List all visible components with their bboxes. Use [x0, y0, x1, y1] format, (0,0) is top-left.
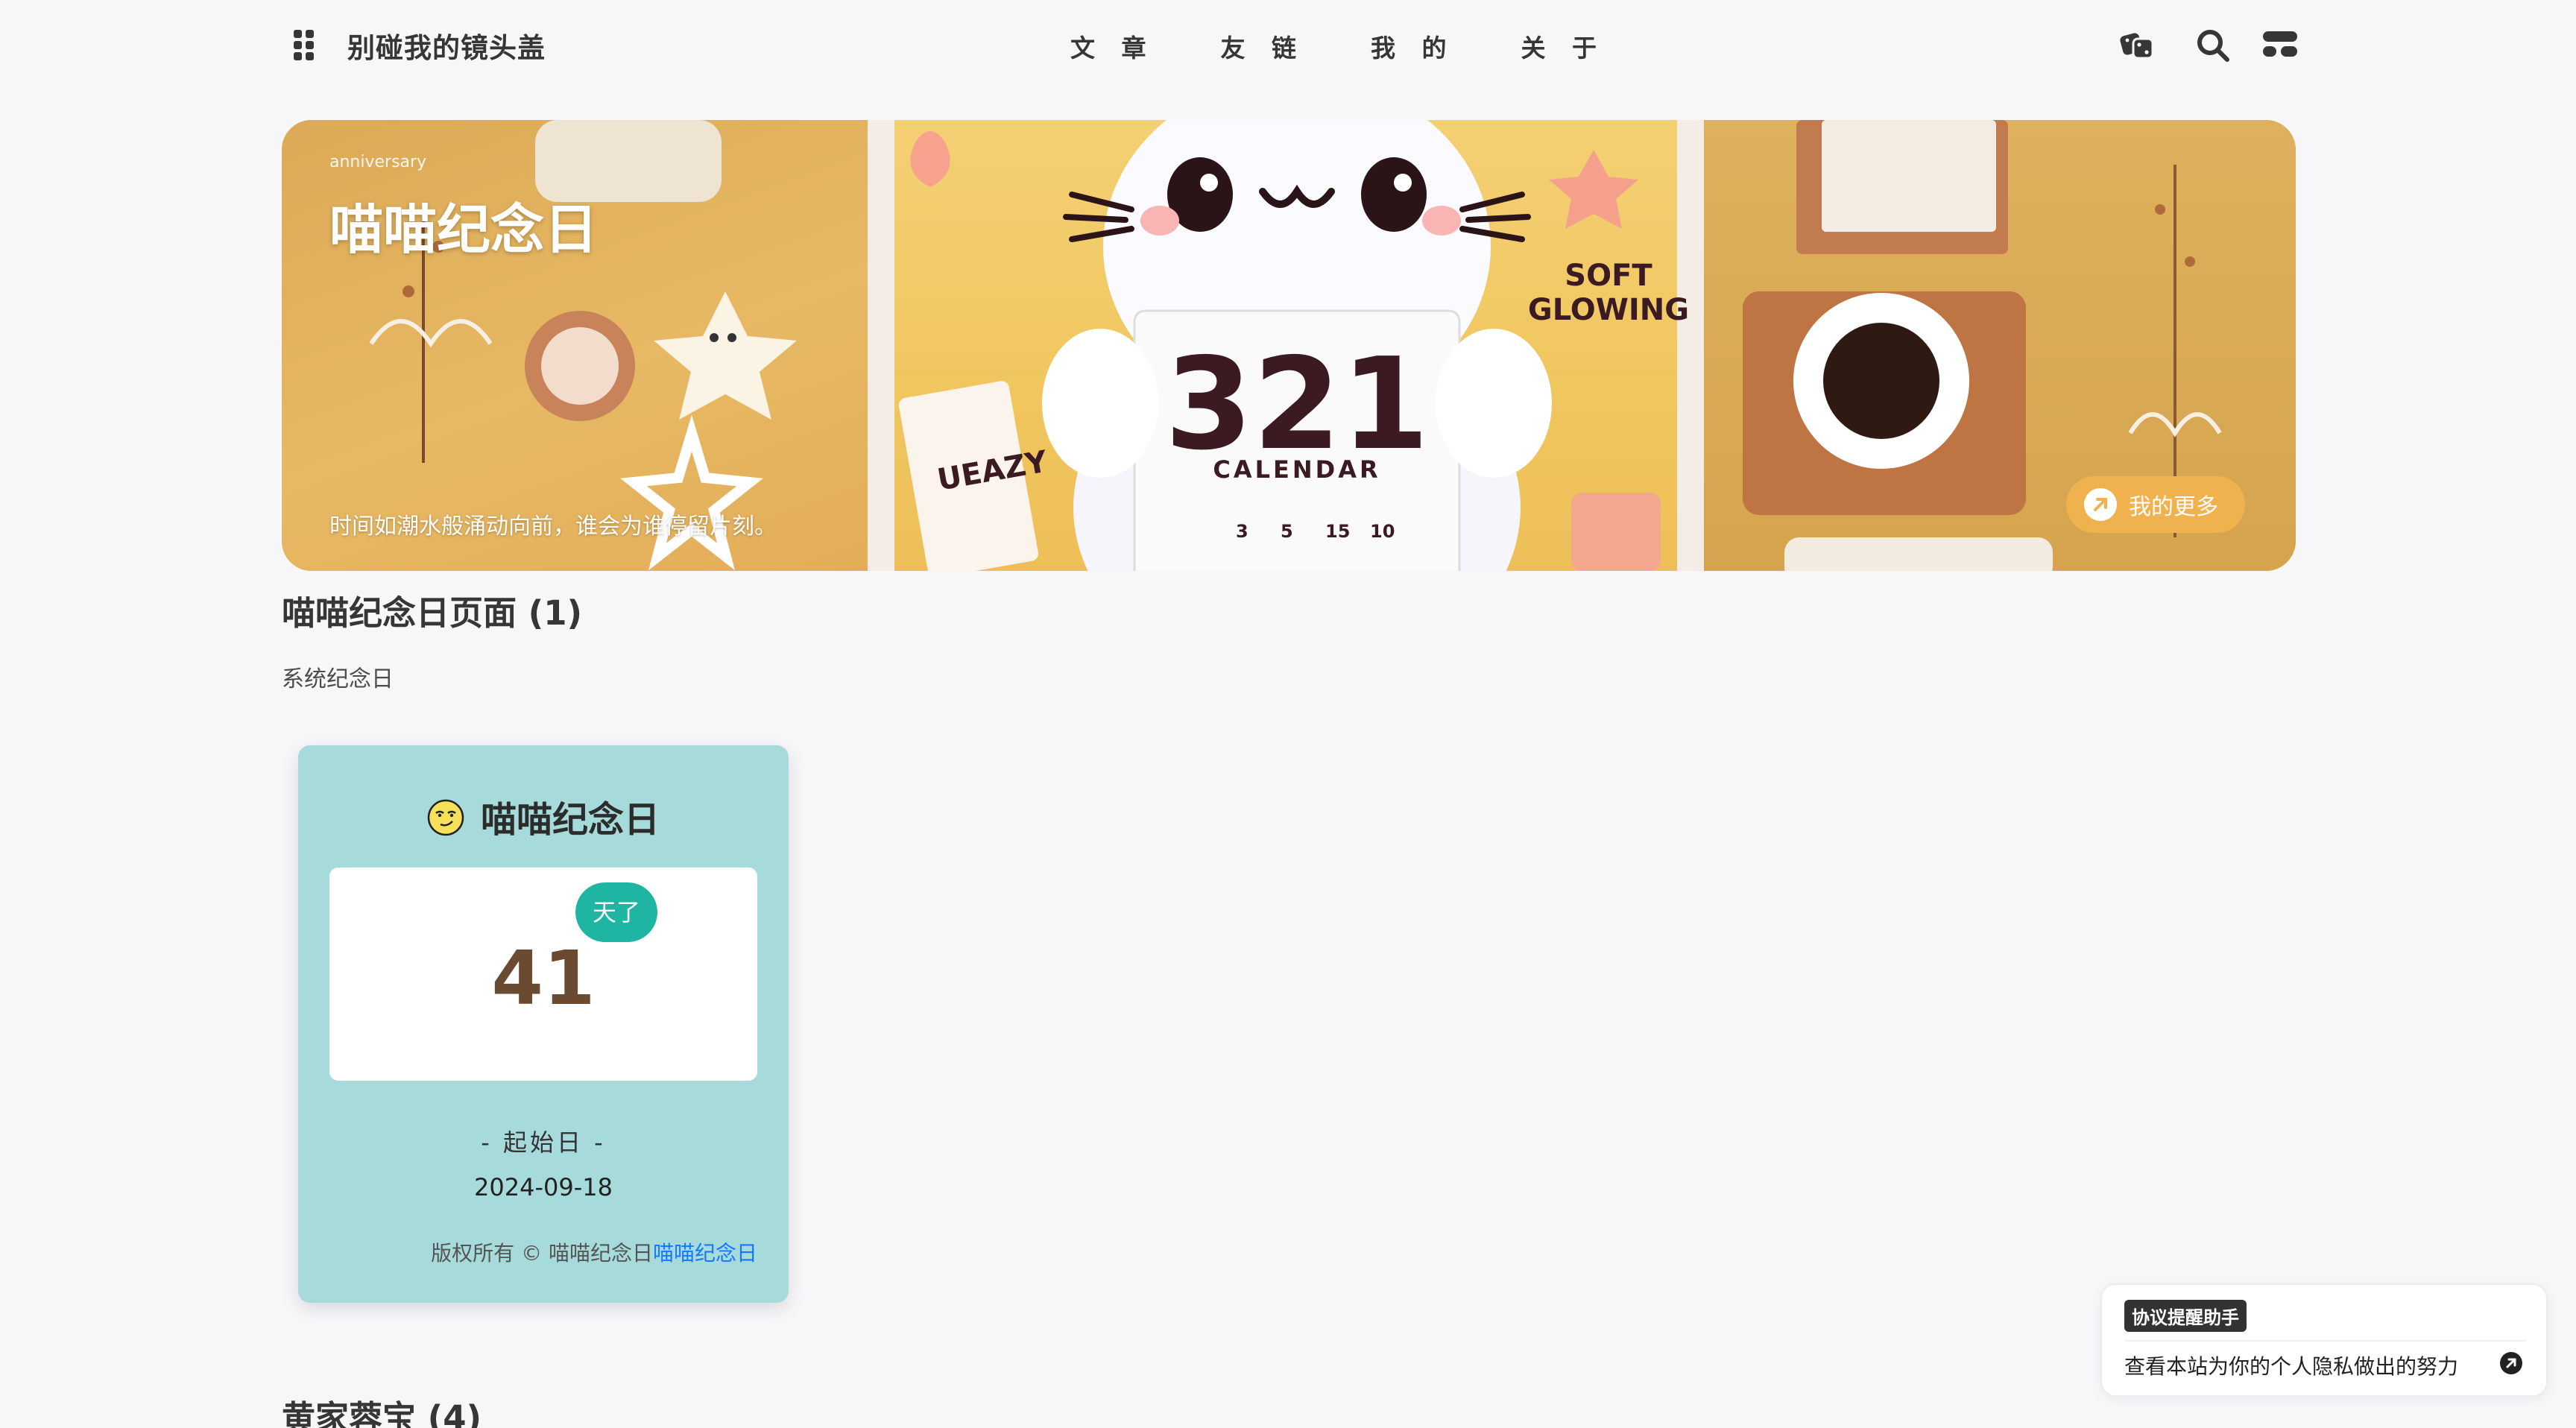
privacy-assistant-widget[interactable]: 协议提醒助手 查看本站为你的个人隐私做出的努力: [2100, 1283, 2548, 1397]
assistant-divider: [2124, 1340, 2527, 1342]
banner-subtitle: 时间如潮水般涌动向前，谁会为谁停留片刻。: [329, 514, 777, 540]
banner-art-text-2: GLOWING: [1528, 293, 1689, 327]
assistant-message[interactable]: 查看本站为你的个人隐私做出的努力: [2124, 1350, 2458, 1380]
card-title-text: 喵喵纪念日: [480, 799, 660, 841]
nav-links: 文 章 友 链 我 的 关 于: [1070, 28, 1606, 64]
day-counter-panel: 天了 41: [329, 868, 757, 1081]
banner-tiny-label: anniversary: [329, 153, 427, 171]
search-icon[interactable]: [2194, 27, 2232, 63]
start-date-value: 2024-09-18: [474, 1173, 613, 1201]
dice-icon[interactable]: [2118, 27, 2156, 63]
card-title: 喵喵纪念日: [298, 790, 789, 842]
banner-title: 喵喵纪念日: [329, 198, 599, 261]
top-navbar: 别碰我的镜头盖 文 章 友 链 我 的 关 于: [0, 0, 2576, 89]
smirk-emoji-icon: [427, 799, 464, 836]
start-date-label: - 起始日 -: [481, 1128, 606, 1157]
anniversary-card[interactable]: 喵喵纪念日 天了 41 - 起始日 - 2024-09-18 版权所有 © 喵喵…: [298, 745, 789, 1303]
nav-link-friends[interactable]: 友 链: [1221, 28, 1306, 64]
copyright-link[interactable]: 喵喵纪念日: [653, 1241, 757, 1266]
banner-more-label: 我的更多: [2129, 494, 2218, 520]
section-description: 系统纪念日: [282, 666, 394, 692]
days-count: 41: [491, 935, 596, 1022]
banner-art-text-1: SOFT: [1565, 259, 1652, 293]
banner-more-button[interactable]: 我的更多: [2066, 476, 2245, 533]
svg-text:10: 10: [1370, 521, 1395, 542]
section-title-anniversary: 喵喵纪念日页面 (1): [282, 593, 583, 633]
assistant-tag: 协议提醒助手: [2124, 1300, 2247, 1332]
banner-art-caption: CALENDAR: [1213, 455, 1380, 484]
svg-text:15: 15: [1325, 521, 1350, 542]
site-title[interactable]: 别碰我的镜头盖: [347, 25, 546, 66]
grid-menu-icon[interactable]: [294, 30, 318, 60]
arrow-up-right-icon: [2084, 488, 2117, 521]
days-unit-badge: 天了: [575, 882, 657, 942]
svg-text:5: 5: [1281, 521, 1293, 542]
nav-link-about[interactable]: 关 于: [1521, 28, 1606, 64]
nav-link-mine[interactable]: 我 的: [1371, 28, 1456, 64]
arrow-up-right-icon[interactable]: [2498, 1350, 2524, 1376]
nav-link-articles[interactable]: 文 章: [1070, 28, 1155, 64]
svg-text:3: 3: [1236, 521, 1248, 542]
section-title-second: 黄家蓉宝 (4): [282, 1398, 482, 1428]
copyright-prefix: 版权所有 © 喵喵纪念日: [431, 1241, 653, 1266]
layout-toggle-icon[interactable]: [2261, 27, 2299, 63]
card-copyright: 版权所有 © 喵喵纪念日喵喵纪念日: [431, 1237, 757, 1267]
hero-banner: 321 CALENDAR 3 5 15 10 UEAZY SOFT GLOWING a…: [282, 120, 2296, 571]
